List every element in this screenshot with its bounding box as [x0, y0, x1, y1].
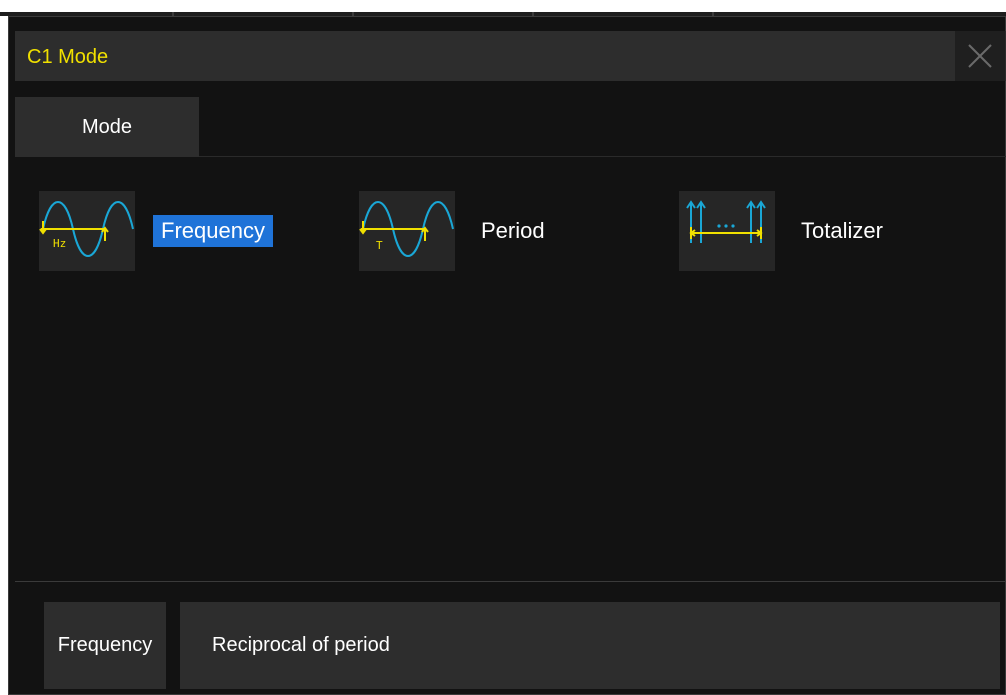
divider	[15, 581, 1006, 582]
help-option-name: Frequency	[44, 602, 166, 689]
totalizer-icon	[679, 191, 775, 271]
help-description-text: Reciprocal of period	[212, 634, 390, 656]
help-description: Reciprocal of period	[180, 602, 1000, 689]
option-label: Frequency	[153, 215, 273, 247]
dialog-titlebar: C1 Mode	[15, 31, 1006, 81]
option-period[interactable]: T Period	[359, 191, 589, 271]
period-icon-text: T	[376, 239, 383, 252]
top-strip	[0, 0, 1006, 16]
option-totalizer[interactable]: Totalizer	[679, 191, 919, 271]
option-label: Totalizer	[801, 218, 883, 243]
tab-row: Mode	[15, 97, 1006, 157]
close-icon	[968, 44, 992, 68]
frequency-icon: Hz	[39, 191, 135, 271]
option-frequency[interactable]: Hz Frequency	[39, 191, 299, 271]
period-icon: T	[359, 191, 455, 271]
mode-dialog: C1 Mode Mode Hz Frequency T Period Total…	[8, 16, 1006, 695]
tab-label: Mode	[81, 115, 133, 138]
tab-mode[interactable]: Mode	[15, 97, 199, 157]
option-label: Period	[481, 218, 545, 243]
frequency-icon-text: Hz	[53, 237, 66, 250]
close-button[interactable]	[955, 31, 1005, 81]
dialog-title: C1 Mode	[27, 46, 109, 68]
help-name-text: Frequency	[57, 634, 153, 656]
